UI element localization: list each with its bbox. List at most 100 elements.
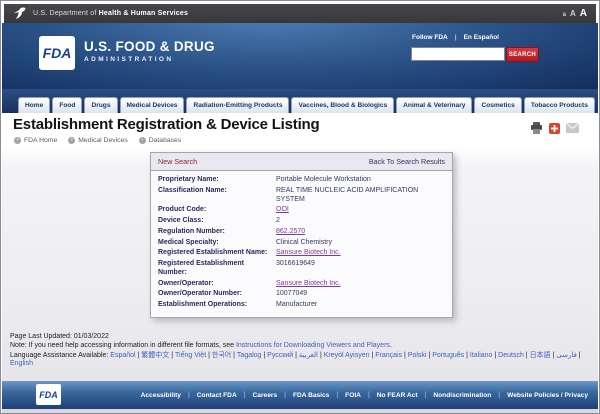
search-button[interactable]: SEARCH xyxy=(506,47,539,62)
language-link[interactable]: Español xyxy=(110,352,135,359)
language-link[interactable]: Русский xyxy=(267,352,293,359)
detail-value: Portable Molecule Workstation xyxy=(276,176,445,185)
detail-row: Product Code: OOI xyxy=(158,205,445,216)
font-size-large-button[interactable]: A xyxy=(580,8,587,19)
breadcrumb: FDA Home Medical Devices Databases xyxy=(14,137,181,144)
footer-link-item: Careers xyxy=(253,392,293,399)
font-size-controls: a A A xyxy=(563,8,587,19)
fda-logo[interactable]: FDA xyxy=(39,36,75,70)
footer-link[interactable]: FOIA xyxy=(345,392,361,399)
language-link[interactable]: العربية xyxy=(299,352,318,359)
hhs-dept-prefix: U.S. Department of xyxy=(33,10,99,17)
language-item: Español xyxy=(110,352,141,359)
detail-row: Registered Establishment Number: 3016619… xyxy=(158,259,445,279)
language-item: Русский xyxy=(267,352,299,359)
breadcrumb-link[interactable]: FDA Home xyxy=(24,137,57,144)
footer-link-item: No FEAR Act xyxy=(377,392,434,399)
breadcrumb-item: Medical Devices xyxy=(68,137,127,144)
footer-link-item: FOIA xyxy=(345,392,377,399)
detail-value[interactable]: OOI xyxy=(276,206,445,215)
nav-tab[interactable]: Medical Devices xyxy=(120,97,185,113)
page-last-updated: Page Last Updated: 01/03/2022 xyxy=(10,333,590,341)
detail-value[interactable]: 862.2570 xyxy=(276,228,445,237)
language-link[interactable]: 한국어 xyxy=(212,352,231,359)
footer-link[interactable]: Contact FDA xyxy=(197,392,237,399)
nav-tab[interactable]: Vaccines, Blood & Biologics xyxy=(291,97,394,113)
circle-arrow-icon xyxy=(139,137,146,144)
language-item: Tiếng Việt xyxy=(175,352,212,359)
fda-footer-logo[interactable]: FDA xyxy=(36,384,61,405)
language-item: 日本語 xyxy=(530,352,557,359)
font-size-small-button[interactable]: a xyxy=(563,12,566,18)
viewers-players-link[interactable]: Instructions for Downloading Viewers and… xyxy=(236,342,390,349)
language-item: English xyxy=(10,360,33,367)
detail-row: Owner/Operator: Sansure Biotech Inc. xyxy=(158,279,445,290)
page-action-icons xyxy=(530,122,579,134)
language-link[interactable]: Tiếng Việt xyxy=(175,352,206,359)
search-input[interactable] xyxy=(411,47,505,61)
footer-link[interactable]: Careers xyxy=(253,392,278,399)
language-item: 繁體中文 xyxy=(141,352,175,359)
envelope-icon[interactable] xyxy=(566,123,579,133)
nav-tab[interactable]: Drugs xyxy=(84,97,117,113)
nav-tab[interactable]: Home xyxy=(18,97,50,113)
language-link[interactable]: 日本語 xyxy=(530,352,551,359)
detail-value: 10077049 xyxy=(276,290,445,299)
language-link[interactable]: English xyxy=(10,360,33,367)
nav-tab[interactable]: Animal & Veterinary xyxy=(396,97,472,113)
detail-label: Owner/Operator Number: xyxy=(158,290,276,299)
hhs-department-link[interactable]: U.S. Department of Health & Human Servic… xyxy=(33,10,188,17)
note-suffix: . xyxy=(390,342,392,349)
detail-value: Clinical Chemistry xyxy=(276,239,445,248)
breadcrumb-link[interactable]: Databases xyxy=(149,137,182,144)
detail-value[interactable]: Sansure Biotech Inc. xyxy=(276,280,445,289)
detail-value[interactable]: Sansure Biotech Inc. xyxy=(276,249,445,258)
circle-arrow-icon xyxy=(68,137,75,144)
file-formats-note: Note: If you need help accessing informa… xyxy=(10,342,590,350)
footer-link[interactable]: Website Policies / Privacy xyxy=(507,392,588,399)
language-link[interactable]: Kreyòl Ayisyen xyxy=(324,352,370,359)
language-link[interactable]: Português xyxy=(432,352,464,359)
detail-label: Regulation Number: xyxy=(158,228,276,237)
page-title: Establishment Registration & Device List… xyxy=(13,116,319,133)
nav-tab[interactable]: Radiation-Emitting Products xyxy=(186,97,289,113)
footer-link[interactable]: FDA Basics xyxy=(293,392,329,399)
footer-link-item: Accessibility xyxy=(141,392,197,399)
font-size-medium-button[interactable]: A xyxy=(570,9,576,18)
fda-page: U.S. Department of Health & Human Servic… xyxy=(0,0,600,414)
nav-tab[interactable]: Tobacco Products xyxy=(524,97,595,113)
detail-value: REAL TIME NUCLEIC ACID AMPLIFICATION SYS… xyxy=(276,187,445,205)
en-espanol-link[interactable]: En Español xyxy=(464,34,499,41)
nav-tab[interactable]: Cosmetics xyxy=(474,97,521,113)
footer-link[interactable]: Accessibility xyxy=(141,392,181,399)
language-item: Italiano xyxy=(470,352,498,359)
language-link[interactable]: Italiano xyxy=(470,352,493,359)
language-link[interactable]: Tagalog xyxy=(237,352,262,359)
share-plus-icon[interactable] xyxy=(549,123,560,134)
printer-icon[interactable] xyxy=(530,122,543,134)
detail-row: Establishment Operations: Manufacturer xyxy=(158,300,445,311)
footer-link-item: FDA Basics xyxy=(293,392,345,399)
language-link[interactable]: 繁體中文 xyxy=(141,352,169,359)
back-to-search-results-link[interactable]: Back To Search Results xyxy=(369,157,445,166)
detail-row: Owner/Operator Number: 10077049 xyxy=(158,289,445,300)
circle-arrow-icon xyxy=(14,137,21,144)
footer-link[interactable]: No FEAR Act xyxy=(377,392,418,399)
language-link[interactable]: فارسی xyxy=(556,352,577,359)
detail-row: Device Class: 2 xyxy=(158,216,445,227)
panel-header: New Search Back To Search Results xyxy=(151,153,452,171)
nav-tab[interactable]: Food xyxy=(52,97,82,113)
device-detail-panel: New Search Back To Search Results Propri… xyxy=(150,152,453,318)
language-assistance-label: Language Assistance Available: xyxy=(10,352,110,359)
fda-header: FDA U.S. FOOD & DRUG ADMINISTRATION Foll… xyxy=(2,23,598,89)
breadcrumb-link[interactable]: Medical Devices xyxy=(78,137,127,144)
language-link[interactable]: Polski xyxy=(408,352,427,359)
detail-value: 2 xyxy=(276,217,445,226)
fda-name-line2: ADMINISTRATION xyxy=(84,56,215,63)
follow-fda-link[interactable]: Follow FDA xyxy=(412,34,448,41)
new-search-link[interactable]: New Search xyxy=(158,157,197,166)
footer-link[interactable]: Nondiscrimination xyxy=(433,392,491,399)
language-link[interactable]: Deutsch xyxy=(498,352,524,359)
language-link[interactable]: Français xyxy=(375,352,402,359)
detail-label: Proprietary Name: xyxy=(158,176,276,185)
